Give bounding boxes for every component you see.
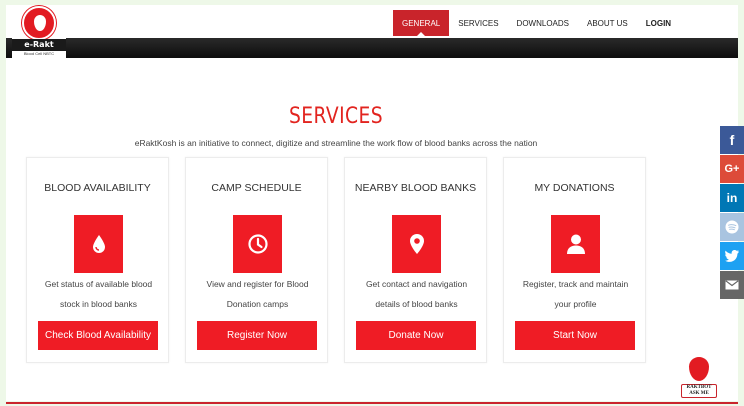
- logo-emblem-icon: [22, 6, 56, 40]
- card-title: BLOOD AVAILABILITY: [44, 182, 151, 194]
- card-desc-line1: Register, track and maintain: [522, 279, 629, 289]
- start-now-button[interactable]: Start Now: [515, 321, 635, 350]
- card-desc-line2: stock in blood banks: [59, 299, 138, 309]
- card-desc-line2: details of blood banks: [375, 299, 458, 309]
- card-desc-line1: Get status of available blood: [44, 279, 153, 289]
- spotify-icon[interactable]: [720, 213, 744, 241]
- register-now-button[interactable]: Register Now: [197, 321, 317, 350]
- card-description: Get status of available blood stock in b…: [35, 274, 162, 314]
- main-nav: GENERAL SERVICES DOWNLOADS ABOUT US LOGI…: [393, 10, 680, 37]
- nav-services[interactable]: SERVICES: [449, 10, 507, 36]
- card-desc-line2: your profile: [554, 299, 597, 309]
- check-blood-availability-button[interactable]: Check Blood Availability: [38, 321, 158, 350]
- card-description: Register, track and maintain your profil…: [512, 274, 639, 314]
- google-plus-icon[interactable]: G+: [720, 155, 744, 183]
- card-description: Get contact and navigation details of bl…: [353, 274, 480, 314]
- twitter-icon[interactable]: [720, 242, 744, 270]
- card-description: View and register for Blood Donation cam…: [194, 274, 321, 314]
- nav-general[interactable]: GENERAL: [393, 10, 450, 37]
- nav-about-us[interactable]: ABOUT US: [578, 10, 637, 36]
- user-icon: [551, 215, 600, 273]
- raktbot-chat-widget[interactable]: RAKTBOT ASK ME: [681, 357, 717, 403]
- card-title: MY DONATIONS: [534, 182, 615, 194]
- map-pin-icon: [392, 215, 441, 273]
- facebook-icon[interactable]: f: [720, 126, 744, 154]
- card-camp-schedule: CAMP SCHEDULE View and register for Bloo…: [185, 157, 328, 363]
- linkedin-icon[interactable]: in: [720, 184, 744, 212]
- nav-login[interactable]: LOGIN: [637, 10, 680, 36]
- card-blood-availability: BLOOD AVAILABILITY Get status of availab…: [26, 157, 169, 363]
- logo-tagline: Blood Cell NBTC: [23, 51, 55, 56]
- email-icon[interactable]: [720, 271, 744, 299]
- clock-icon: [233, 215, 282, 273]
- blood-drop-icon: [74, 215, 123, 273]
- section-subtitle: eRaktKosh is an initiative to connect, d…: [134, 138, 538, 148]
- card-my-donations: MY DONATIONS Register, track and maintai…: [503, 157, 646, 363]
- section-title: SERVICES: [288, 104, 384, 129]
- card-desc-line2: Donation camps: [226, 299, 289, 309]
- nav-downloads[interactable]: DOWNLOADS: [508, 10, 578, 36]
- card-title: CAMP SCHEDULE: [211, 182, 302, 194]
- footer-divider: [6, 402, 738, 404]
- card-nearby-blood-banks: NEARBY BLOOD BANKS Get contact and navig…: [344, 157, 487, 363]
- logo-brand: e-Rakt Kosh: [12, 39, 66, 61]
- card-title: NEARBY BLOOD BANKS: [354, 182, 477, 194]
- card-desc-line1: View and register for Blood: [206, 279, 309, 289]
- card-desc-line1: Get contact and navigation: [365, 279, 468, 289]
- donate-now-button[interactable]: Donate Now: [356, 321, 476, 350]
- raktbot-label: RAKTBOT ASK ME: [681, 384, 717, 398]
- site-logo[interactable]: e-Rakt Kosh Blood Cell NBTC: [12, 6, 66, 61]
- raktbot-label-line2: ASK ME: [689, 391, 709, 396]
- raktbot-label-line1: RAKTBOT: [686, 385, 712, 390]
- header-bar: [6, 38, 738, 58]
- raktbot-icon: [689, 357, 709, 381]
